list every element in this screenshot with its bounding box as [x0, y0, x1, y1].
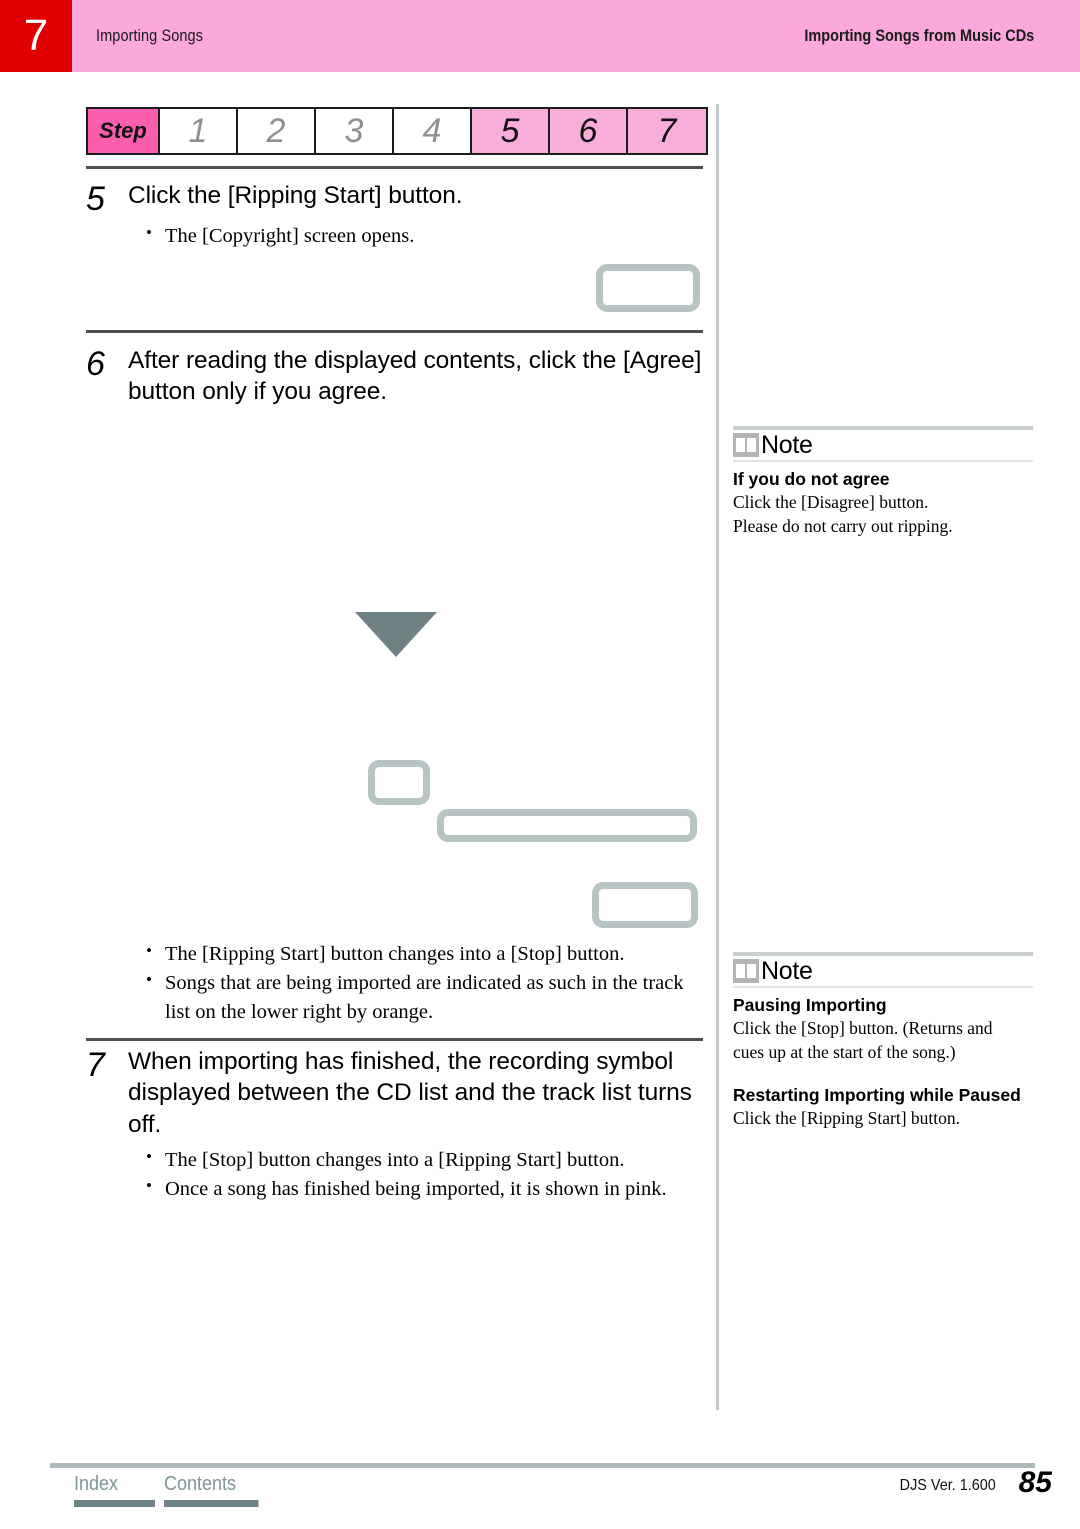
- step-strip-label: Step: [88, 109, 160, 153]
- step-7-bullets: The [Stop] button changes into a [Rippin…: [146, 1145, 706, 1204]
- note-title: Note: [761, 430, 813, 459]
- step-number-7: 7: [86, 1046, 105, 1084]
- note-header: Note: [733, 430, 1033, 462]
- step-block-5: 5 Click the [Ripping Start] button. The …: [86, 180, 706, 251]
- step-strip-cell-3[interactable]: 3: [316, 109, 394, 153]
- step-progress-strip: Step 1 2 3 4 5 6 7: [86, 107, 708, 155]
- list-item: The [Stop] button changes into a [Rippin…: [146, 1145, 706, 1174]
- screenshot-placeholder-small-button: [368, 760, 430, 805]
- step-strip-cell-2[interactable]: 2: [238, 109, 316, 153]
- note-heading: Pausing Importing: [733, 995, 887, 1015]
- step-strip-underline: [86, 166, 703, 169]
- footer-page-number: 85: [1018, 1466, 1052, 1499]
- screenshot-placeholder-copyright-button: [596, 264, 700, 312]
- note-line: Click the [Disagree] button.: [733, 492, 929, 513]
- step-number-5: 5: [86, 180, 105, 218]
- step-block-6: 6 After reading the displayed contents, …: [86, 345, 706, 408]
- footer-link-contents[interactable]: Contents: [164, 1473, 259, 1507]
- note-line: Click the [Ripping Start] button.: [733, 1108, 960, 1129]
- step-strip-cell-6[interactable]: 6: [550, 109, 628, 153]
- note-heading: Restarting Importing while Paused: [733, 1084, 1021, 1105]
- note-heading: If you do not agree: [733, 469, 890, 489]
- note-line: Click the [Stop] button. (Returns and: [733, 1018, 993, 1039]
- note-line: cues up at the start of the song.): [733, 1041, 956, 1062]
- header-right-title: Importing Songs from Music CDs: [804, 26, 1034, 45]
- footer-version-label: DJS Ver. 1.600: [899, 1477, 996, 1494]
- step-strip-cell-5[interactable]: 5: [472, 109, 550, 153]
- screenshot-placeholder-progress-bar: [437, 809, 697, 842]
- list-item: Once a song has finished being imported,…: [146, 1174, 706, 1203]
- column-divider: [716, 104, 719, 1410]
- list-item: Songs that are being imported are indica…: [146, 968, 708, 1026]
- step-title-5: Click the [Ripping Start] button.: [128, 182, 463, 209]
- note-line: Please do not carry out ripping.: [733, 515, 953, 536]
- note-box-if-you-do-not-agree: Note If you do not agree Click the [Disa…: [733, 426, 1033, 538]
- list-item: The [Copyright] screen opens.: [146, 221, 706, 250]
- header-left-title: Importing Songs: [96, 26, 204, 45]
- step-strip-cell-1[interactable]: 1: [160, 109, 238, 153]
- list-item: The [Ripping Start] button changes into …: [146, 939, 708, 968]
- section-rule-before-step-7: [86, 1038, 703, 1041]
- footer-link-index-underline: [74, 1500, 155, 1507]
- note-title: Note: [761, 956, 813, 985]
- open-book-icon: [733, 959, 759, 983]
- step-5-bullets: The [Copyright] screen opens.: [146, 221, 706, 250]
- section-rule-after-step-5: [86, 330, 703, 333]
- chapter-number-tab: 7: [0, 0, 72, 72]
- step-block-7: 7 When importing has finished, the recor…: [86, 1046, 706, 1205]
- footer-link-contents-label: Contents: [164, 1473, 237, 1495]
- step-title-6: After reading the displayed contents, cl…: [128, 347, 702, 406]
- note-header: Note: [733, 956, 1033, 988]
- step-number-6: 6: [86, 345, 105, 383]
- down-arrow-icon: [355, 612, 437, 657]
- screenshot-placeholder-stop-button: [592, 882, 698, 928]
- note-box-pausing-importing: Note Pausing Importing Click the [Stop] …: [733, 952, 1033, 1131]
- footer-rule: [50, 1463, 1035, 1468]
- footer-link-index[interactable]: Index: [74, 1473, 155, 1507]
- step-strip-cell-7[interactable]: 7: [628, 109, 706, 153]
- footer-link-index-label: Index: [74, 1473, 119, 1495]
- step-strip-cell-4[interactable]: 4: [394, 109, 472, 153]
- step-title-7: When importing has finished, the recordi…: [128, 1048, 692, 1138]
- mid-bullet-list: The [Ripping Start] button changes into …: [146, 939, 708, 1027]
- footer-link-contents-underline: [164, 1500, 259, 1507]
- open-book-icon: [733, 433, 759, 457]
